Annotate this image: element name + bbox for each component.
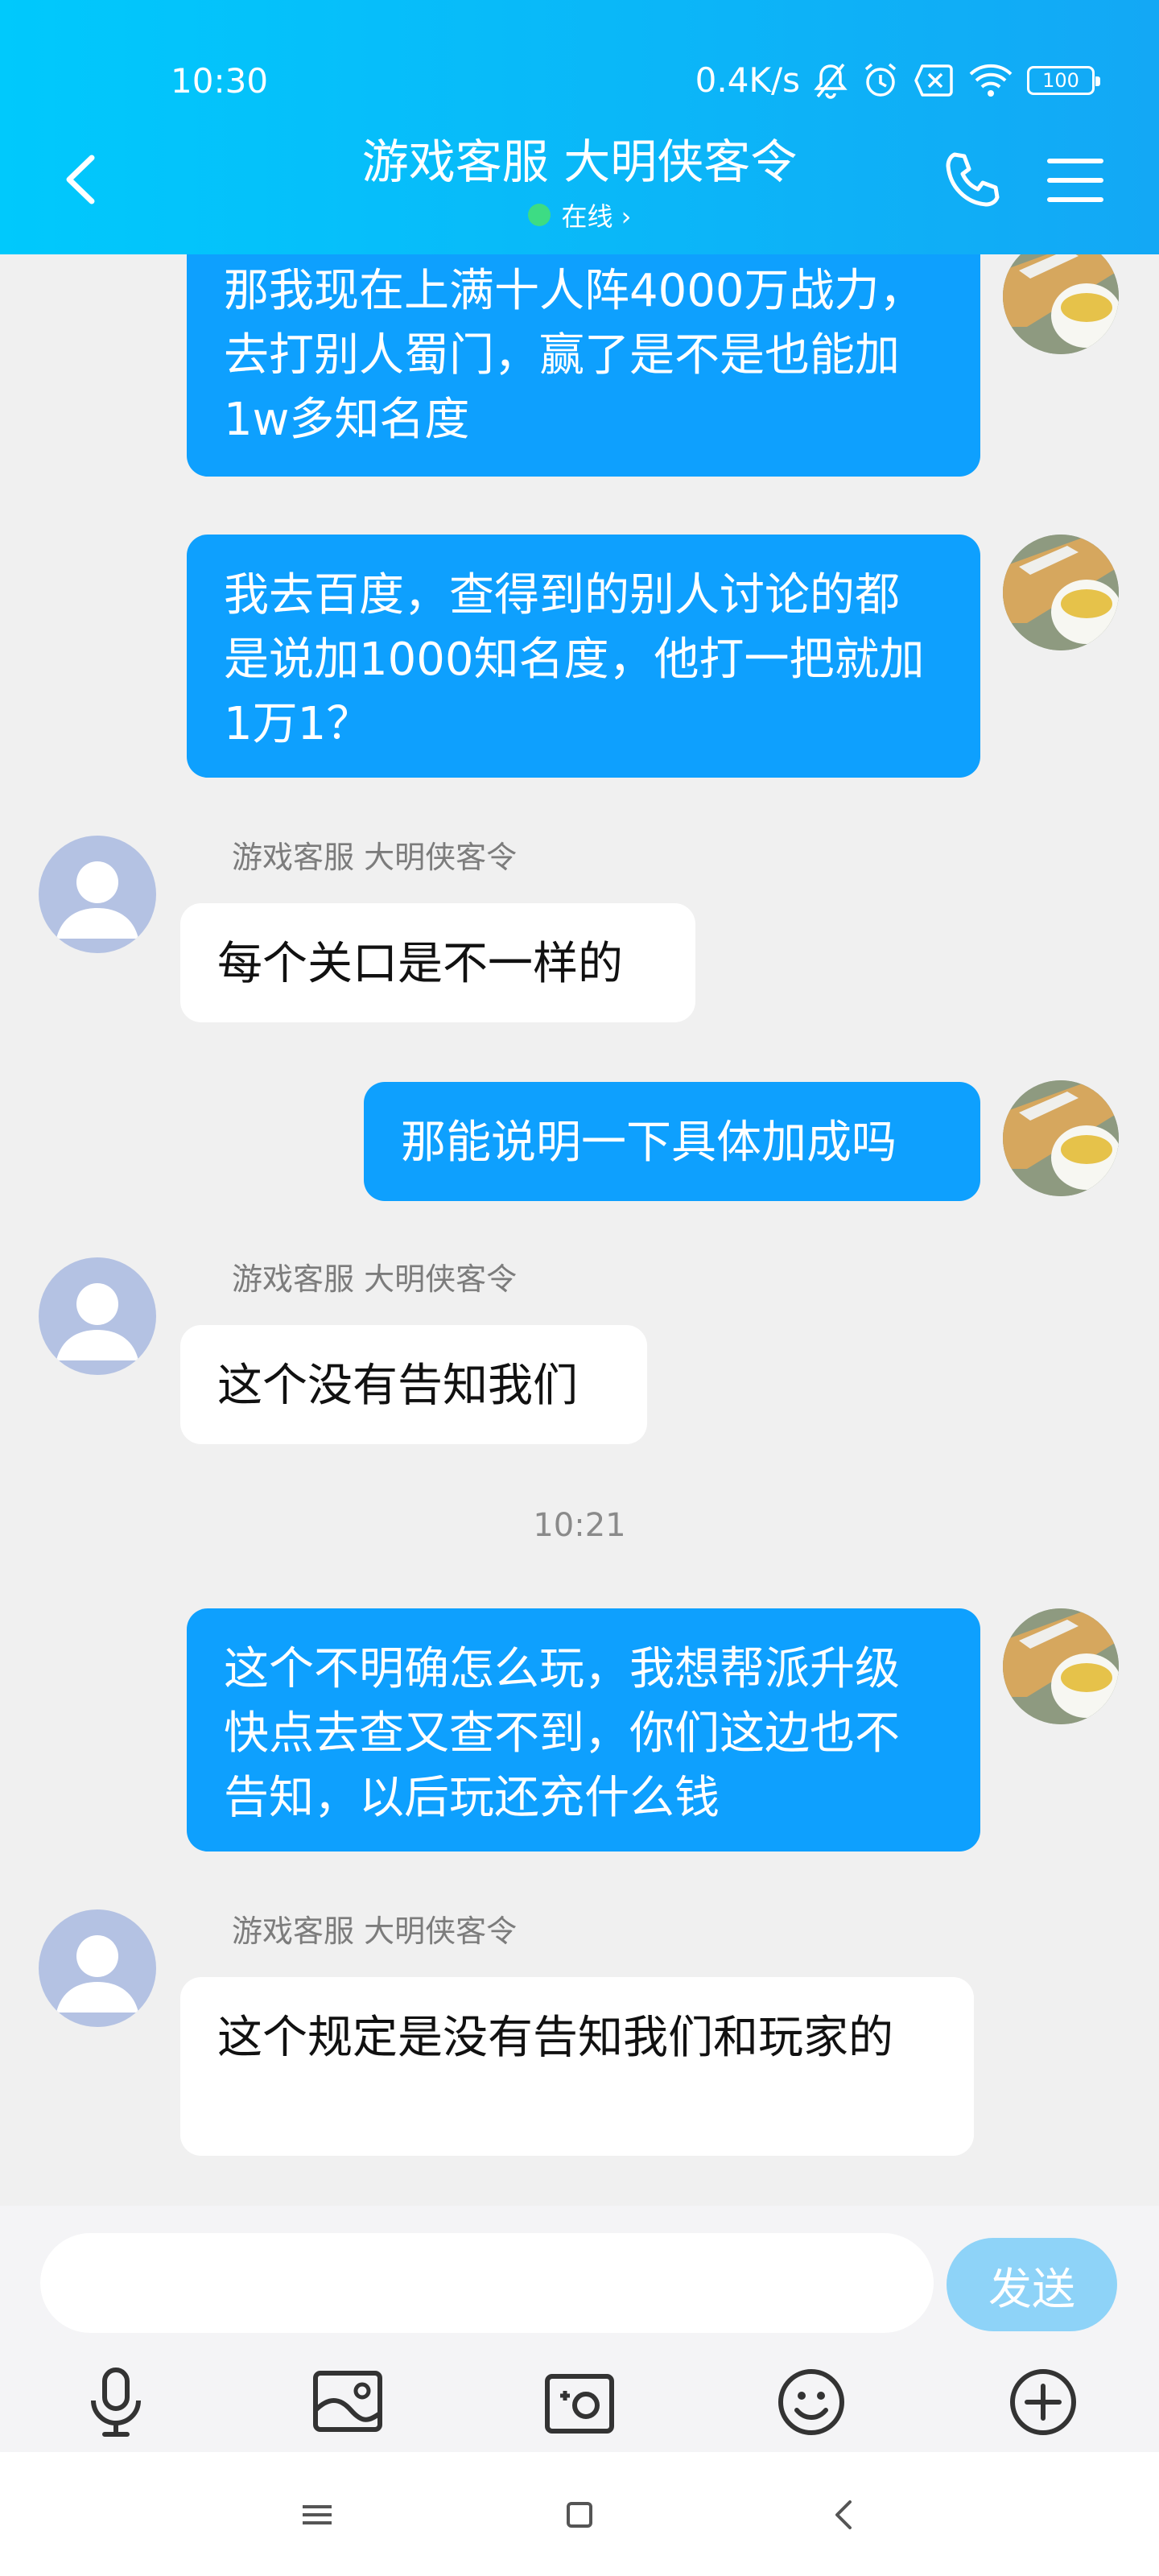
tea-cup-avatar-image xyxy=(1003,535,1119,650)
outgoing-message[interactable]: 这个不明确怎么玩，我想帮派升级快点去查又查不到，你们这边也不告知，以后玩还充什么… xyxy=(187,1608,980,1852)
input-bar: 发送 xyxy=(0,2206,1159,2452)
sender-name: 游戏客服 大明侠客令 xyxy=(232,840,518,875)
tea-cup-avatar-image xyxy=(1003,1608,1119,1724)
service-avatar[interactable] xyxy=(39,1909,156,2027)
mute-bell-icon xyxy=(814,63,848,99)
phone-icon[interactable] xyxy=(942,150,1003,211)
menu-icon[interactable] xyxy=(1046,155,1104,206)
my-avatar[interactable] xyxy=(1003,1080,1119,1196)
my-avatar[interactable] xyxy=(1003,254,1119,354)
online-status-label: 在线 › xyxy=(561,201,632,232)
time-divider: 10:21 xyxy=(533,1507,626,1544)
alarm-icon xyxy=(864,63,897,97)
system-nav-bar xyxy=(0,2452,1159,2576)
message-list[interactable]: 那我现在上满十人阵4000万战力，去打别人蜀门，赢了是不是也能加1w多知名度 我… xyxy=(0,254,1159,2206)
sender-name: 游戏客服 大明侠客令 xyxy=(232,1913,518,1949)
outgoing-message[interactable]: 我去百度，查得到的别人讨论的都是说加1000知名度，他打一把就加1万1？ xyxy=(187,535,980,778)
battery-icon: 100 xyxy=(1027,66,1100,95)
network-speed: 0.4K/s xyxy=(695,60,800,100)
outgoing-message[interactable]: 那能说明一下具体加成吗 xyxy=(364,1082,980,1201)
microphone-icon[interactable] xyxy=(77,2363,155,2441)
tea-cup-avatar-image xyxy=(1003,254,1119,354)
recent-apps-icon[interactable] xyxy=(293,2491,341,2539)
my-avatar[interactable] xyxy=(1003,535,1119,650)
incoming-message[interactable]: 每个关口是不一样的 xyxy=(180,903,695,1022)
camera-icon[interactable] xyxy=(541,2363,618,2441)
service-avatar[interactable] xyxy=(39,836,156,953)
chat-header: 10:30 0.4K/s 100 游戏客服 大明侠客令 在线 › xyxy=(0,0,1159,254)
status-icons: 0.4K/s 100 xyxy=(695,58,1100,103)
image-icon[interactable] xyxy=(309,2363,386,2441)
default-user-icon xyxy=(56,861,138,939)
incoming-message[interactable]: 这个规定是没有告知我们和玩家的 xyxy=(180,1977,974,2156)
incoming-message[interactable]: 这个没有告知我们 xyxy=(180,1325,647,1444)
online-dot-icon xyxy=(527,204,551,226)
emoji-icon[interactable] xyxy=(773,2363,850,2441)
back-icon[interactable] xyxy=(821,2491,869,2539)
wifi-icon xyxy=(969,64,1013,97)
sender-name: 游戏客服 大明侠客令 xyxy=(232,1261,518,1297)
send-button[interactable]: 发送 xyxy=(947,2238,1117,2331)
status-time: 10:30 xyxy=(171,61,269,101)
home-icon[interactable] xyxy=(555,2491,604,2539)
tea-cup-avatar-image xyxy=(1003,1080,1119,1196)
outgoing-message[interactable]: 那我现在上满十人阵4000万战力，去打别人蜀门，赢了是不是也能加1w多知名度 xyxy=(187,254,980,477)
message-input[interactable] xyxy=(40,2233,934,2333)
plus-icon[interactable] xyxy=(1004,2363,1082,2441)
default-user-icon xyxy=(56,1935,138,2013)
service-avatar[interactable] xyxy=(39,1257,156,1375)
default-user-icon xyxy=(56,1283,138,1360)
sim-off-icon xyxy=(914,64,953,97)
my-avatar[interactable] xyxy=(1003,1608,1119,1724)
